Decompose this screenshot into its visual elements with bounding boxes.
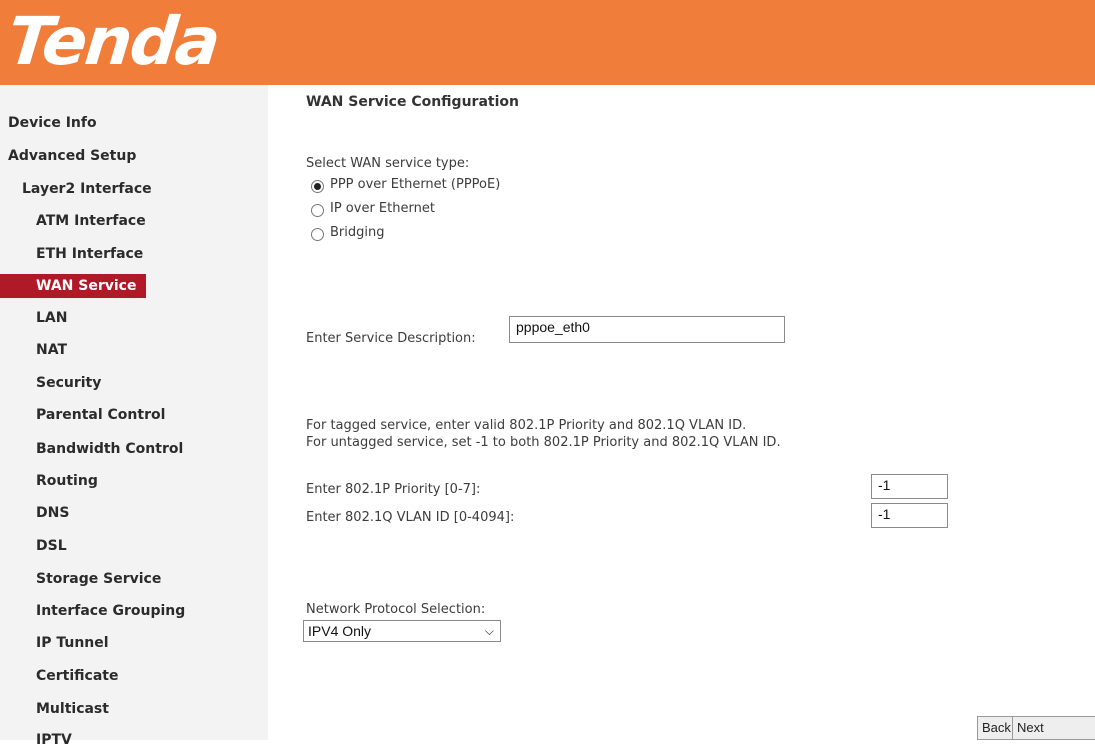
sidebar-item-advanced-setup[interactable]: Advanced Setup bbox=[8, 144, 136, 168]
sidebar-item-layer2-interface[interactable]: Layer2 Interface bbox=[22, 177, 152, 201]
vlan-label: Enter 802.1Q VLAN ID [0-4094]: bbox=[306, 510, 515, 525]
next-button[interactable]: Next bbox=[1012, 716, 1095, 740]
radio-bridging[interactable] bbox=[311, 228, 324, 241]
vlan-input[interactable]: -1 bbox=[871, 503, 948, 528]
radio-pppoe-label[interactable]: PPP over Ethernet (PPPoE) bbox=[330, 177, 500, 192]
radio-ipoe-label[interactable]: IP over Ethernet bbox=[330, 201, 435, 216]
main-content: WAN Service Configuration Select WAN ser… bbox=[268, 85, 1095, 740]
sidebar-item-storage-service[interactable]: Storage Service bbox=[36, 567, 161, 591]
sidebar-item-certificate[interactable]: Certificate bbox=[36, 664, 118, 688]
sidebar-item-eth-interface[interactable]: ETH Interface bbox=[36, 242, 143, 266]
untagged-note: For untagged service, set -1 to both 802… bbox=[306, 435, 781, 450]
sidebar-item-security[interactable]: Security bbox=[36, 371, 101, 395]
sidebar-item-interface-grouping[interactable]: Interface Grouping bbox=[36, 599, 185, 623]
sidebar-item-device-info[interactable]: Device Info bbox=[8, 111, 97, 135]
protocol-select-value: IPV4 Only bbox=[308, 623, 372, 639]
chevron-down-icon: ⌵ bbox=[484, 624, 494, 638]
sidebar-item-routing[interactable]: Routing bbox=[36, 469, 98, 493]
sidebar-item-nat[interactable]: NAT bbox=[36, 338, 67, 362]
service-description-input[interactable]: pppoe_eth0 bbox=[509, 316, 785, 343]
sidebar-item-iptv[interactable]: IPTV bbox=[36, 728, 72, 752]
sidebar: Device Info Advanced Setup Layer2 Interf… bbox=[0, 85, 268, 748]
sidebar-item-lan[interactable]: LAN bbox=[36, 306, 67, 330]
description-label: Enter Service Description: bbox=[306, 331, 476, 346]
sidebar-item-parental-control[interactable]: Parental Control bbox=[36, 403, 165, 427]
tagged-note: For tagged service, enter valid 802.1P P… bbox=[306, 418, 747, 433]
radio-bridging-label[interactable]: Bridging bbox=[330, 225, 384, 240]
radio-ipoe[interactable] bbox=[311, 204, 324, 217]
protocol-label: Network Protocol Selection: bbox=[306, 602, 486, 617]
service-type-label: Select WAN service type: bbox=[306, 156, 470, 171]
sidebar-item-dns[interactable]: DNS bbox=[36, 501, 69, 525]
back-button[interactable]: Back bbox=[977, 716, 1016, 740]
sidebar-item-dsl[interactable]: DSL bbox=[36, 534, 67, 558]
sidebar-item-atm-interface[interactable]: ATM Interface bbox=[36, 209, 146, 233]
sidebar-item-bandwidth-control[interactable]: Bandwidth Control bbox=[36, 437, 183, 461]
sidebar-item-multicast[interactable]: Multicast bbox=[36, 697, 109, 721]
radio-pppoe[interactable] bbox=[311, 180, 324, 193]
page-title: WAN Service Configuration bbox=[306, 94, 519, 110]
sidebar-item-ip-tunnel[interactable]: IP Tunnel bbox=[36, 631, 109, 655]
tenda-logo: Tenda bbox=[4, 3, 223, 80]
priority-input[interactable]: -1 bbox=[871, 474, 948, 499]
header-bar: Tenda bbox=[0, 0, 1095, 85]
sidebar-item-wan-service[interactable]: WAN Service bbox=[0, 274, 147, 298]
priority-label: Enter 802.1P Priority [0-7]: bbox=[306, 482, 481, 497]
protocol-select[interactable]: IPV4 Only ⌵ bbox=[303, 620, 501, 642]
